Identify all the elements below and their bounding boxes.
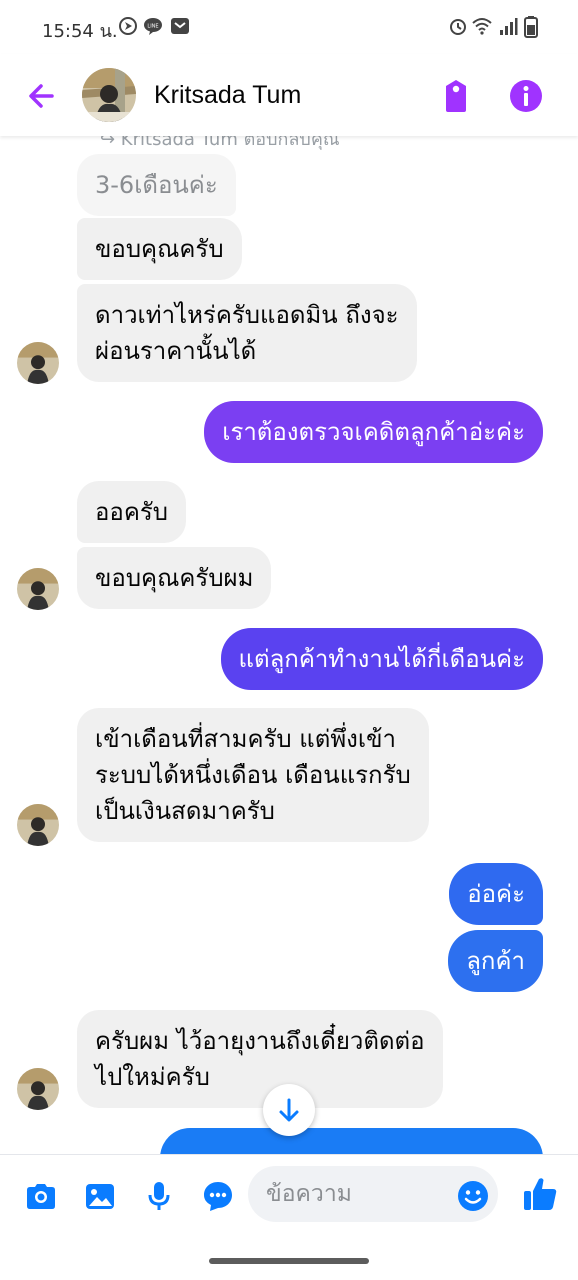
scroll-down-button[interactable] [263,1084,315,1136]
camera-icon[interactable] [24,1179,58,1213]
incoming-message-bubble[interactable]: ออครับ [77,481,187,543]
incoming-message-bubble[interactable]: ดาวเท่าไหร่ครับแอดมิน ถึงจะ ผ่อนราคานั้น… [77,284,417,382]
tag-icon[interactable] [440,78,472,114]
wifi-icon [472,18,492,35]
emoji-icon[interactable] [457,1180,489,1212]
avatar-photo-icon [17,568,59,610]
quoted-message-bubble[interactable]: 3-6เดือนค่ะ [77,154,236,216]
outgoing-message-bubble[interactable]: แต่ลูกค้าทำงานได้กี่เดือนค่ะ [220,628,543,690]
chat-bubble-icon[interactable] [201,1179,235,1213]
avatar-photo-icon [17,804,59,846]
avatar-photo-icon [17,1068,59,1110]
thumbs-up-icon[interactable] [522,1175,558,1213]
status-bar: 15:54 น. LINE [0,0,578,54]
alarm-icon [450,19,466,35]
status-time: 15:54 น. [42,21,118,42]
incoming-message-bubble[interactable]: ครับผม ไว้อายุงานถึงเดี๋ยวติดต่อ ไปใหม่ค… [77,1010,443,1108]
navigation-icon [119,17,137,35]
avatar-photo-icon [82,68,136,122]
contact-avatar-small[interactable] [17,568,59,610]
contact-avatar-small[interactable] [17,342,59,384]
message-composer [0,1154,578,1237]
contact-name[interactable]: Kritsada Tum [154,81,301,110]
back-arrow-icon[interactable] [22,76,62,116]
outgoing-message-bubble[interactable]: อ่อค่ะ [449,863,543,925]
notification-box-icon [171,18,189,34]
outgoing-message-bubble[interactable]: ลูกค้า [448,930,543,992]
outgoing-message-bubble[interactable]: เราต้องตรวจเคดิตลูกค้าอ่ะค่ะ [204,401,543,463]
incoming-message-bubble[interactable]: ขอบคุณครับ [77,218,242,280]
contact-avatar-small[interactable] [17,804,59,846]
gallery-icon[interactable] [83,1179,117,1213]
signal-icon [500,18,518,35]
message-thread[interactable]: ↪ Kritsada Tum ตอบกลับคุณ 3-6เดือนค่ะ ขอ… [0,136,578,1154]
chat-header: Kritsada Tum [0,54,578,136]
contact-avatar[interactable] [82,68,136,122]
partial-outgoing-message-bubble[interactable] [160,1128,543,1154]
info-icon[interactable] [508,78,544,114]
line-icon: LINE [144,18,162,35]
microphone-icon[interactable] [142,1179,176,1213]
avatar-photo-icon [17,342,59,384]
battery-icon [524,16,538,38]
gesture-navigation-bar[interactable] [209,1258,369,1264]
reply-context-text: ↪ Kritsada Tum ตอบกลับคุณ [100,136,340,150]
svg-text:LINE: LINE [147,24,158,30]
contact-avatar-small[interactable] [17,1068,59,1110]
incoming-message-bubble[interactable]: ขอบคุณครับผม [77,547,272,609]
incoming-message-bubble[interactable]: เข้าเดือนที่สามครับ แต่พึ่งเข้า ระบบได้ห… [77,708,429,842]
